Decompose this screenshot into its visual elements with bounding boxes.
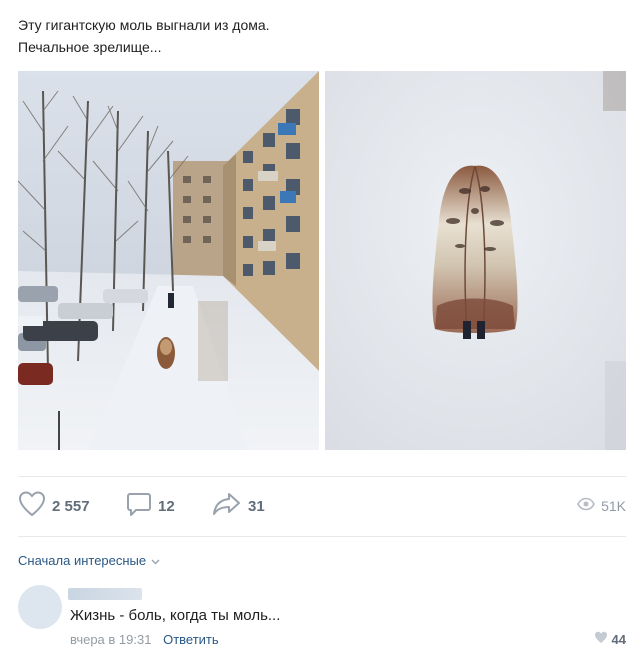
post-actions: 2 557 12 31 51K — [18, 490, 626, 522]
divider — [18, 536, 626, 537]
comment-time[interactable]: вчера в 19:31 — [70, 632, 151, 647]
comment-author-name[interactable] — [68, 588, 142, 600]
shares-count: 31 — [248, 497, 265, 515]
share-icon — [212, 491, 242, 522]
reply-link[interactable]: Ответить — [163, 632, 219, 647]
views-counter: 51K — [577, 492, 626, 520]
post-text-line2: Печальное зрелище... — [18, 39, 162, 55]
comment-icon — [126, 491, 152, 522]
comment-like-button[interactable]: 44 — [594, 631, 626, 647]
heart-icon — [594, 631, 612, 647]
views-count: 51K — [601, 498, 626, 514]
like-button[interactable]: 2 557 — [18, 490, 90, 522]
post-photo-courtyard[interactable] — [18, 71, 319, 450]
post-text-line1: Эту гигантскую моль выгнали из дома. — [18, 17, 270, 33]
likes-count: 2 557 — [52, 497, 90, 515]
post-photo-moth[interactable] — [325, 71, 626, 450]
sort-label: Сначала интересные — [18, 553, 147, 568]
divider — [18, 476, 626, 477]
comments-count: 12 — [158, 497, 175, 515]
comment-button[interactable]: 12 — [126, 492, 175, 520]
comment-sort-dropdown[interactable]: Сначала интересные — [18, 553, 160, 568]
avatar[interactable] — [18, 585, 62, 629]
share-button[interactable]: 31 — [212, 492, 265, 520]
comment-text: Жизнь - боль, когда ты моль... — [70, 607, 281, 624]
post-text: Эту гигантскую моль выгнали из дома. Печ… — [18, 14, 270, 58]
eye-icon — [577, 497, 595, 516]
comment-meta: вчера в 19:31 Ответить — [70, 632, 219, 647]
heart-icon — [18, 490, 46, 522]
comment-likes-count: 44 — [611, 631, 626, 647]
chevron-down-icon — [151, 553, 160, 568]
